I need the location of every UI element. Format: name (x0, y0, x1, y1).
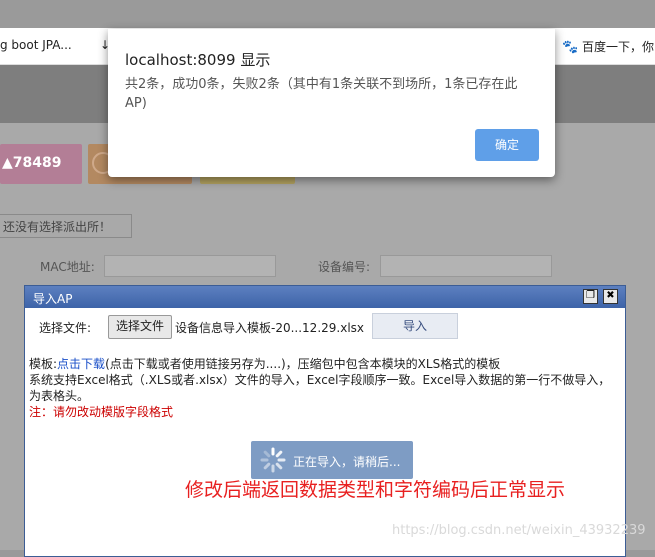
loading-text: 正在导入，请稍后... (293, 455, 401, 469)
no-dispatch-notice: 还没有选择派出所！ (0, 214, 132, 238)
device-input[interactable] (380, 255, 552, 277)
close-icon[interactable]: ✖ (603, 289, 618, 304)
import-ap-dialog: 导入AP ❐ ✖ 选择文件: 选择文件 设备信息导入模板-20...12.29.… (24, 285, 626, 557)
support-line: 为表格头。 (29, 389, 90, 403)
import-button[interactable]: 导入 (372, 313, 458, 339)
bookmark-item[interactable]: g boot JPA... (0, 38, 72, 52)
warning-note: 注：请勿改动模版字段格式 (29, 405, 174, 419)
file-label: 选择文件: (39, 321, 92, 335)
browser-alert: localhost:8099 显示 共2条，成功0条，失败2条（其中有1条关联不… (108, 29, 555, 177)
loading-indicator: 正在导入，请稍后... (251, 441, 413, 479)
dialog-header: 导入AP ❐ ✖ (25, 286, 625, 308)
device-label: 设备编号: (318, 260, 371, 274)
dialog-title: 导入AP (33, 292, 73, 306)
selected-file-name: 设备信息导入模板-20...12.29.xlsx (175, 321, 365, 335)
template-note: (点击下载或者使用链接另存为....)，压缩包中包含本模块的XLS格式的模板 (105, 357, 501, 371)
stat-count: ▲78489 (2, 155, 62, 171)
template-prefix: 模板: (29, 357, 58, 371)
paw-icon: 🐾 (562, 40, 579, 55)
restore-icon[interactable]: ❐ (583, 289, 598, 304)
mac-input[interactable] (104, 255, 276, 277)
stat-tile-count: ▲78489 (0, 144, 82, 184)
support-line: 系统支持Excel格式（.XLS或者.xlsx）文件的导入，Excel字段顺序一… (29, 373, 611, 387)
template-line: 模板:点击下载(点击下载或者使用链接另存为....)，压缩包中包含本模块的XLS… (29, 356, 619, 372)
spinner-icon (260, 447, 286, 473)
annotation-text: 修改后端返回数据类型和字符编码后正常显示 (185, 479, 566, 501)
baidu-label: 百度一下，你 (582, 40, 655, 54)
mac-label: MAC地址: (40, 260, 95, 274)
ok-button[interactable]: 确定 (475, 129, 539, 161)
alert-title: localhost:8099 显示 (125, 51, 271, 69)
choose-file-button[interactable]: 选择文件 (108, 315, 172, 339)
import-instructions: 模板:点击下载(点击下载或者使用链接另存为....)，压缩包中包含本模块的XLS… (29, 356, 619, 420)
watermark: https://blog.csdn.net/weixin_43932239 (392, 523, 646, 538)
file-select-row: 选择文件: 选择文件 设备信息导入模板-20...12.29.xlsx 导入 (25, 310, 625, 342)
baidu-bookmark[interactable]: 🐾 百度一下，你 (562, 38, 654, 55)
download-link[interactable]: 点击下载 (57, 357, 105, 371)
alert-message: 共2条，成功0条，失败2条（其中有1条关联不到场所，1条已存在此AP) (125, 77, 518, 111)
